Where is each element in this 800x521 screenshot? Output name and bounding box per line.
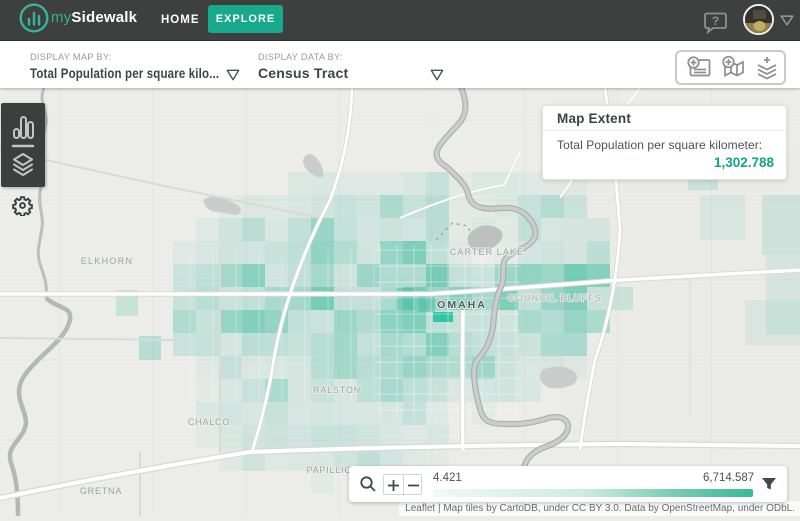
svg-text:OMAHA: OMAHA xyxy=(437,299,487,311)
svg-text:CHALCO: CHALCO xyxy=(188,417,230,427)
svg-text:GRETNA: GRETNA xyxy=(80,486,122,496)
svg-text:COUNCIL BLUFFS: COUNCIL BLUFFS xyxy=(508,293,602,303)
svg-text:?: ? xyxy=(712,14,719,28)
svg-text:CARTER LAKE: CARTER LAKE xyxy=(450,247,524,257)
svg-text:ELKHORN: ELKHORN xyxy=(81,256,134,266)
svg-text:RALSTON: RALSTON xyxy=(313,385,361,395)
